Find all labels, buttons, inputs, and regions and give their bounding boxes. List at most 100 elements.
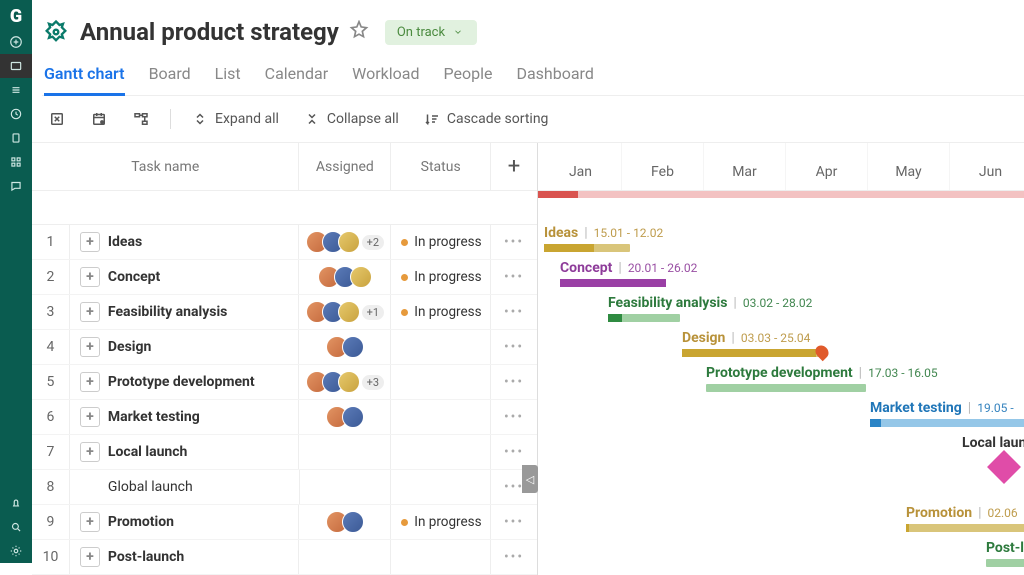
task-name-cell[interactable]: +Promotion xyxy=(70,505,300,539)
table-row[interactable]: 3+Feasibility analysis+1In progress••• xyxy=(32,295,537,330)
expand-button[interactable]: + xyxy=(80,232,100,252)
tab-dashboard[interactable]: Dashboard xyxy=(516,58,593,95)
task-name-cell[interactable]: +Ideas xyxy=(70,225,300,259)
table-row[interactable]: 7+Local launch••• xyxy=(32,435,537,470)
search-icon[interactable] xyxy=(0,515,32,539)
col-task[interactable]: Task name xyxy=(32,143,299,190)
gantt-bar[interactable] xyxy=(682,349,822,357)
tab-people[interactable]: People xyxy=(444,58,493,95)
status-cell[interactable] xyxy=(391,400,491,434)
filter-button[interactable] xyxy=(44,106,70,132)
expand-button[interactable]: + xyxy=(80,442,100,462)
more-assignees-badge[interactable]: +3 xyxy=(362,375,384,390)
hierarchy-button[interactable] xyxy=(128,106,154,132)
task-name-cell[interactable]: +Concept xyxy=(70,260,300,294)
table-row[interactable]: 8Global launch••• xyxy=(32,470,537,505)
table-row[interactable]: 5+Prototype development+3••• xyxy=(32,365,537,400)
assigned-cell[interactable]: +2 xyxy=(299,225,391,259)
gantt-bar[interactable] xyxy=(870,419,1024,427)
task-name-cell[interactable]: Global launch xyxy=(70,470,300,504)
more-assignees-badge[interactable]: +1 xyxy=(362,305,384,320)
table-row[interactable]: 1+Ideas+2In progress••• xyxy=(32,225,537,260)
table-row[interactable]: 10+Post-launch••• xyxy=(32,540,537,575)
row-actions-button[interactable]: ••• xyxy=(491,365,537,399)
status-cell[interactable]: In progress xyxy=(391,505,491,539)
grid-icon[interactable] xyxy=(0,150,32,174)
bell-icon[interactable] xyxy=(0,491,32,515)
row-actions-button[interactable]: ••• xyxy=(491,225,537,259)
assigned-cell[interactable] xyxy=(299,400,391,434)
today-button[interactable] xyxy=(86,106,112,132)
status-cell[interactable] xyxy=(391,470,491,504)
clock-icon[interactable] xyxy=(0,102,32,126)
task-name-cell[interactable]: +Design xyxy=(70,330,300,364)
tab-calendar[interactable]: Calendar xyxy=(265,58,328,95)
table-row[interactable]: 4+Design••• xyxy=(32,330,537,365)
tab-workload[interactable]: Workload xyxy=(352,58,419,95)
row-actions-button[interactable]: ••• xyxy=(491,330,537,364)
collapse-panel-handle[interactable]: ◁ xyxy=(522,465,538,493)
list-icon[interactable] xyxy=(0,78,32,102)
status-cell[interactable] xyxy=(391,330,491,364)
row-actions-button[interactable]: ••• xyxy=(491,400,537,434)
assigned-cell[interactable] xyxy=(299,330,391,364)
row-actions-button[interactable]: ••• xyxy=(491,505,537,539)
logo-icon[interactable]: G xyxy=(0,4,32,28)
task-name-cell[interactable]: +Feasibility analysis xyxy=(70,295,300,329)
status-cell[interactable]: In progress xyxy=(391,225,491,259)
folder-icon[interactable] xyxy=(0,54,32,78)
chat-icon[interactable] xyxy=(0,174,32,198)
status-cell[interactable] xyxy=(391,365,491,399)
expand-button[interactable]: + xyxy=(80,372,100,392)
expand-button[interactable]: + xyxy=(80,337,100,357)
expand-button[interactable]: + xyxy=(80,302,100,322)
add-column-button[interactable]: + xyxy=(491,143,537,190)
assigned-cell[interactable]: +3 xyxy=(299,365,391,399)
gantt-chart[interactable]: JanFebMarAprMayJunJ Ideas | 15.01 - 12.0… xyxy=(538,143,1024,575)
cascade-sort-button[interactable]: Cascade sorting xyxy=(419,106,553,132)
gantt-bar[interactable] xyxy=(608,314,680,322)
task-name-cell[interactable]: +Local launch xyxy=(70,435,300,469)
expand-button[interactable]: + xyxy=(80,267,100,287)
table-row[interactable]: 6+Market testing••• xyxy=(32,400,537,435)
tab-gantt[interactable]: Gantt chart xyxy=(44,58,125,96)
assigned-cell[interactable] xyxy=(299,260,391,294)
gantt-bar[interactable] xyxy=(706,384,866,392)
assigned-cell[interactable] xyxy=(299,540,391,574)
gear-icon[interactable] xyxy=(0,539,32,563)
row-actions-button[interactable]: ••• xyxy=(491,295,537,329)
status-cell[interactable]: In progress xyxy=(391,295,491,329)
task-name-cell[interactable]: +Post-launch xyxy=(70,540,300,574)
assigned-cell[interactable] xyxy=(299,435,391,469)
col-assigned[interactable]: Assigned xyxy=(299,143,391,190)
status-cell[interactable] xyxy=(391,435,491,469)
task-name-cell[interactable]: +Prototype development xyxy=(70,365,300,399)
status-cell[interactable] xyxy=(391,540,491,574)
expand-button[interactable]: + xyxy=(80,407,100,427)
row-actions-button[interactable]: ••• xyxy=(491,540,537,574)
star-icon[interactable] xyxy=(349,20,369,44)
assigned-cell[interactable] xyxy=(300,470,392,504)
status-dropdown[interactable]: On track xyxy=(385,20,477,45)
tab-board[interactable]: Board xyxy=(149,58,191,95)
status-cell[interactable]: In progress xyxy=(391,260,491,294)
col-status[interactable]: Status xyxy=(391,143,491,190)
assigned-cell[interactable] xyxy=(299,505,391,539)
row-actions-button[interactable]: ••• xyxy=(491,435,537,469)
task-name-cell[interactable]: +Market testing xyxy=(70,400,300,434)
expand-all-button[interactable]: Expand all xyxy=(187,106,283,132)
collapse-all-button[interactable]: Collapse all xyxy=(299,106,403,132)
gantt-bar[interactable] xyxy=(544,244,630,252)
gantt-bar[interactable] xyxy=(986,559,1024,567)
assigned-cell[interactable]: +1 xyxy=(299,295,391,329)
table-row[interactable]: 9+PromotionIn progress••• xyxy=(32,505,537,540)
expand-button[interactable]: + xyxy=(80,547,100,567)
table-row[interactable]: 2+ConceptIn progress••• xyxy=(32,260,537,295)
more-assignees-badge[interactable]: +2 xyxy=(362,235,384,250)
row-actions-button[interactable]: ••• xyxy=(491,260,537,294)
gantt-bar[interactable] xyxy=(560,279,666,287)
add-icon[interactable] xyxy=(0,30,32,54)
expand-button[interactable]: + xyxy=(80,512,100,532)
doc-icon[interactable] xyxy=(0,126,32,150)
gantt-bar[interactable] xyxy=(906,524,1024,532)
